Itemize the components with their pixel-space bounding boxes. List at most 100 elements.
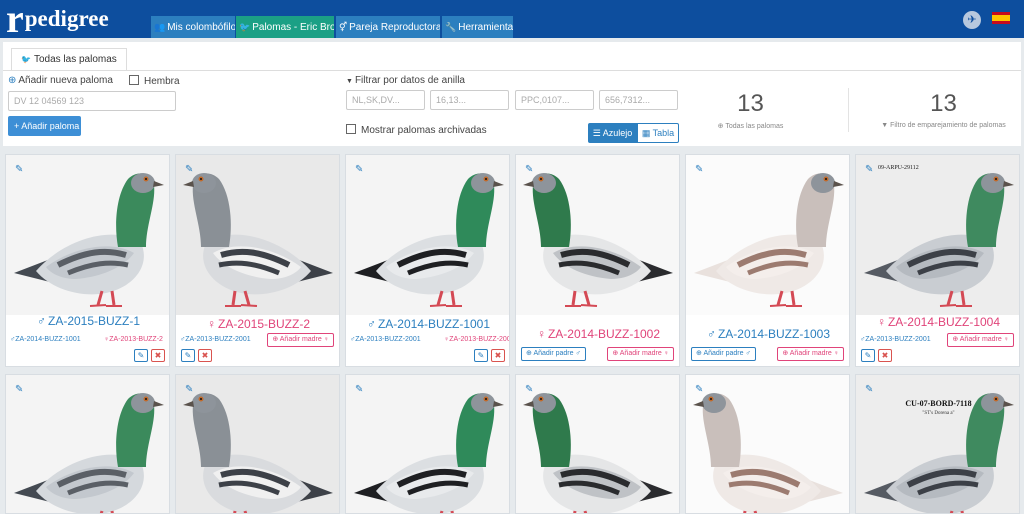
pigeon-photo <box>346 155 509 315</box>
add-mother-button[interactable]: ⊕ Añadir madre ♀ <box>267 333 334 347</box>
father-link[interactable]: ♂ZA-2013-BUZZ-2001 <box>350 336 421 343</box>
stat-all-pigeons: 13 ⊕ Todas las palomas <box>693 92 808 131</box>
edit-icon[interactable]: ✎ <box>355 384 363 395</box>
plus-icon: + <box>14 121 20 131</box>
delete-button[interactable]: ✖ <box>151 349 165 362</box>
pigeon-name[interactable]: ♂ ZA-2014-BUZZ-1003 <box>686 327 849 341</box>
pigeon-card[interactable]: ✎ ♀ ZA-2014-BUZZ-1002 ⊕ Añadir padre ♂ ⊕ Aña… <box>515 154 680 367</box>
add-mother-button[interactable]: ⊕ Añadir madre ♀ <box>777 347 844 361</box>
edit-icon[interactable]: ✎ <box>695 384 703 395</box>
mother-link[interactable]: ♀ZA-2013-BUZZ-2002 <box>444 336 509 343</box>
add-button-label: Añadir paloma <box>21 121 80 131</box>
father-link[interactable]: ♂ZA-2013-BUZZ-2001 <box>180 336 251 343</box>
edit-button[interactable]: ✎ <box>861 349 875 362</box>
pigeon-drawing <box>354 393 504 513</box>
filter-club-input[interactable]: PPC,0107... <box>515 90 594 110</box>
pigeon-name[interactable]: ♀ ZA-2014-BUZZ-1004 <box>856 315 1019 329</box>
add-mother-label: Añadir madre <box>279 336 322 343</box>
male-icon: ♂ <box>575 350 581 357</box>
mother-link[interactable]: ♀ZA-2013-BUZZ-2 <box>104 336 163 343</box>
pigeon-card[interactable]: ✎ ♂ ZA-2014-BUZZ-1003 ⊕ Añadir padre ♂ ⊕ Aña… <box>685 154 850 367</box>
pigeon-card[interactable]: ✎ 09-ARPU-29112 ♀ ZA-2014-BUZZ-1004 ♂ZA-2013… <box>855 154 1020 367</box>
spain-flag-icon[interactable] <box>992 12 1010 24</box>
pigeon-name[interactable]: ♂ ZA-2014-BUZZ-1001 <box>346 317 509 331</box>
pigeon-card[interactable]: ✎ ♀ ZA-2015-BUZZ-2 ♂ZA-2013-BUZZ-2001 ⊕ Añad… <box>175 154 340 367</box>
filter-country-input[interactable]: NL,SK,DV... <box>346 90 425 110</box>
stat-divider <box>848 88 849 132</box>
pigeon-photo <box>686 155 849 315</box>
delete-button[interactable]: ✖ <box>491 349 505 362</box>
delete-button[interactable]: ✖ <box>198 349 212 362</box>
father-link[interactable]: ♂ZA-2013-BUZZ-2001 <box>860 336 931 343</box>
add-father-label: Añadir padre <box>533 350 574 357</box>
pigeon-photo <box>516 375 679 513</box>
edit-icon[interactable]: ✎ <box>355 164 363 175</box>
pigeon-drawing <box>864 173 1014 307</box>
edit-icon[interactable]: ✎ <box>695 164 703 175</box>
mother-ring: ZA-2013-BUZZ-2 <box>109 336 163 343</box>
checkbox-box[interactable] <box>129 75 139 85</box>
female-icon: ♀ <box>876 315 886 329</box>
view-tile-button[interactable]: ☰ Azulejo <box>588 123 637 143</box>
tab-divider <box>3 70 1021 71</box>
view-table-button[interactable]: ▦ Tabla <box>637 123 679 143</box>
delete-button[interactable]: ✖ <box>878 349 892 362</box>
pigeon-drawing <box>523 393 673 513</box>
nav-mis-colombofilos[interactable]: 👥 Mis colombófilos <box>151 16 235 38</box>
pigeon-card[interactable]: ✎ <box>515 374 680 514</box>
add-father-button[interactable]: ⊕ Añadir padre ♂ <box>691 347 756 361</box>
ring-number-input[interactable]: DV 12 04569 123 <box>8 91 176 111</box>
add-pigeon-button[interactable]: + Añadir paloma <box>8 116 81 136</box>
filter-year-input[interactable]: 16,13... <box>430 90 509 110</box>
edit-icon[interactable]: ✎ <box>185 164 193 175</box>
pigeon-card[interactable]: ✎ ♂ ZA-2015-BUZZ-1 ♂ZA-2014-BUZZ-1001 ♀ZA-20… <box>5 154 170 367</box>
add-father-button[interactable]: ⊕ Añadir padre ♂ <box>521 347 586 361</box>
pigeon-card[interactable]: ✎ <box>345 374 510 514</box>
edit-icon[interactable]: ✎ <box>185 384 193 395</box>
edit-icon[interactable]: ✎ <box>525 164 533 175</box>
plane-icon[interactable]: ✈ <box>963 11 981 29</box>
edit-icon[interactable]: ✎ <box>525 384 533 395</box>
pedigree-logo[interactable]: r pedigree <box>6 0 109 39</box>
nav-pareja-reproductora[interactable]: ⚥ Pareja Reproductora <box>336 16 440 38</box>
edit-button[interactable]: ✎ <box>474 349 488 362</box>
ring-filter-label: ▼ Filtrar por datos de anilla <box>346 75 465 86</box>
hembra-checkbox[interactable]: Hembra <box>129 75 180 87</box>
pigeon-card[interactable]: ✎ CU-07-BORD-7118 "ST's Dorena a" <box>855 374 1020 514</box>
father-link[interactable]: ♂ZA-2014-BUZZ-1001 <box>10 336 81 343</box>
table-icon: ▦ <box>641 128 651 138</box>
edit-button[interactable]: ✎ <box>181 349 195 362</box>
edit-icon[interactable]: ✎ <box>865 164 873 175</box>
checkbox-box[interactable] <box>346 124 356 134</box>
archived-checkbox[interactable]: Mostrar palomas archivadas <box>346 124 487 136</box>
pigeon-card[interactable]: ✎ ♂ ZA-2014-BUZZ-1001 ♂ZA-2013-BUZZ-2001 ♀ZA… <box>345 154 510 367</box>
nav-herramientas[interactable]: 🔧 Herramientas <box>442 16 513 38</box>
plus-circle-icon: ⊕ <box>696 350 702 357</box>
filter-number-input[interactable]: 656,7312... <box>599 90 678 110</box>
edit-icon[interactable]: ✎ <box>15 164 23 175</box>
nav-palomas[interactable]: 🐦Palomas - Eric Brown <box>236 16 334 38</box>
edit-button[interactable]: ✎ <box>134 349 148 362</box>
edit-icon[interactable]: ✎ <box>15 384 23 395</box>
pigeon-name[interactable]: ♀ ZA-2014-BUZZ-1002 <box>516 327 679 341</box>
pigeon-card[interactable]: ✎ <box>5 374 170 514</box>
ring-text: 09-ARPU-29112 <box>878 165 919 171</box>
tab-label: Todas las palomas <box>33 54 117 65</box>
nav-label: Herramientas <box>458 22 513 33</box>
female-icon: ♀ <box>536 327 546 341</box>
pigeon-photo <box>856 155 1019 315</box>
nav-label: Pareja Reproductora <box>349 22 440 33</box>
pigeon-drawing <box>693 393 843 513</box>
pigeon-card[interactable]: ✎ <box>175 374 340 514</box>
pigeon-name[interactable]: ♂ ZA-2015-BUZZ-1 <box>6 314 169 328</box>
pigeon-drawing <box>183 393 333 513</box>
add-mother-button[interactable]: ⊕ Añadir madre ♀ <box>607 347 674 361</box>
pigeon-name[interactable]: ♀ ZA-2015-BUZZ-2 <box>176 317 339 331</box>
tab-todas-las-palomas[interactable]: 🐦 Todas las palomas <box>11 48 127 70</box>
pigeon-photo <box>176 155 339 315</box>
pigeon-card[interactable]: ✎ <box>685 374 850 514</box>
add-mother-button[interactable]: ⊕ Añadir madre ♀ <box>947 333 1014 347</box>
pigeon-drawing <box>14 173 164 307</box>
archived-label: Mostrar palomas archivadas <box>361 125 487 136</box>
edit-icon[interactable]: ✎ <box>865 384 873 395</box>
